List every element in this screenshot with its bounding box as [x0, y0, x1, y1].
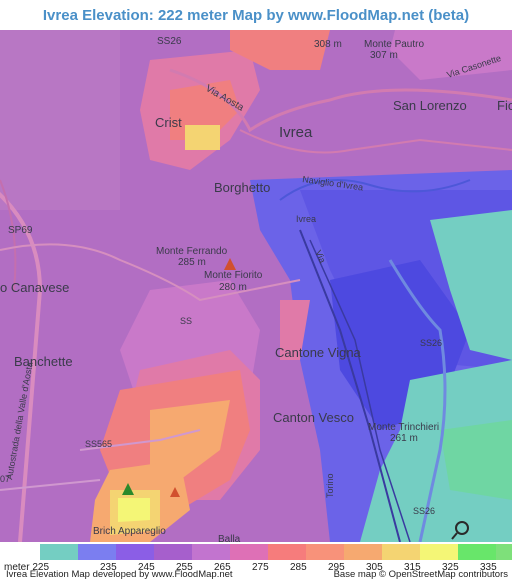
- title-bar: Ivrea Elevation: 222 meter Map by www.Fl…: [0, 0, 512, 30]
- place-label: Cantone Vigna: [275, 345, 362, 360]
- elevation-map[interactable]: SS26 SP69 SS565 SS26 SS26 Via Aosta Via …: [0, 30, 512, 542]
- label: Torino: [325, 473, 335, 498]
- road-label: SS26: [420, 338, 442, 348]
- place-label: Ivrea: [279, 124, 313, 141]
- map-canvas: SS26 SP69 SS565 SS26 SS26 Via Aosta Via …: [0, 30, 512, 542]
- peak-label: Monte Ferrando: [156, 246, 228, 257]
- place-label: Brich Appareglio: [93, 526, 166, 537]
- place-label: Fio: [497, 98, 512, 113]
- footer: Ivrea Elevation Map developed by www.Flo…: [0, 568, 512, 582]
- legend-swatch: [344, 544, 382, 560]
- peak-label: Monte Trinchieri: [368, 422, 439, 433]
- road-label: SP69: [8, 225, 33, 236]
- peak-elevation: 307 m: [370, 50, 398, 61]
- elevation-region: [0, 30, 120, 210]
- legend-swatch: [382, 544, 420, 560]
- legend-swatch: [192, 544, 230, 560]
- legend-swatch: [40, 544, 78, 560]
- place-label: o Canavese: [0, 280, 69, 295]
- legend-swatch: [116, 544, 154, 560]
- legend-swatch: [306, 544, 344, 560]
- legend-swatch: [496, 544, 512, 560]
- label: 07: [0, 474, 10, 484]
- elevation-region-higher: [185, 125, 220, 150]
- label: SS: [180, 316, 192, 326]
- page-title: Ivrea Elevation: 222 meter Map by www.Fl…: [42, 6, 470, 24]
- road-label: SS26: [413, 506, 435, 516]
- road-label: SS565: [85, 439, 112, 449]
- place-label: Canton Vesco: [273, 410, 354, 425]
- footer-attribution: Base map © OpenStreetMap contributors: [333, 569, 508, 580]
- legend-color-scale: [40, 544, 512, 560]
- legend-swatch: [268, 544, 306, 560]
- legend-swatch: [230, 544, 268, 560]
- legend-swatch: [458, 544, 496, 560]
- peak-label: Monte Fiorito: [204, 270, 263, 281]
- elevation-region-highest: [118, 498, 150, 522]
- place-label: Balla: [218, 534, 241, 542]
- place-label: Banchette: [14, 354, 73, 369]
- elevation-region: [440, 420, 512, 500]
- footer-credit: Ivrea Elevation Map developed by www.Flo…: [6, 569, 233, 580]
- peak-elevation: 261 m: [390, 433, 418, 444]
- road-label: SS26: [157, 36, 182, 47]
- place-label: Borghetto: [214, 180, 270, 195]
- peak-elevation: 280 m: [219, 282, 247, 293]
- legend-swatch: [78, 544, 116, 560]
- place-label: San Lorenzo: [393, 98, 467, 113]
- place-label: Crist: [155, 115, 182, 130]
- peak-label: 308 m: [314, 39, 342, 50]
- legend-swatch: [154, 544, 192, 560]
- legend-swatch: [420, 544, 458, 560]
- peak-label: Monte Pautro: [364, 39, 424, 50]
- peak-elevation: 285 m: [178, 257, 206, 268]
- label: Ivrea: [296, 214, 316, 224]
